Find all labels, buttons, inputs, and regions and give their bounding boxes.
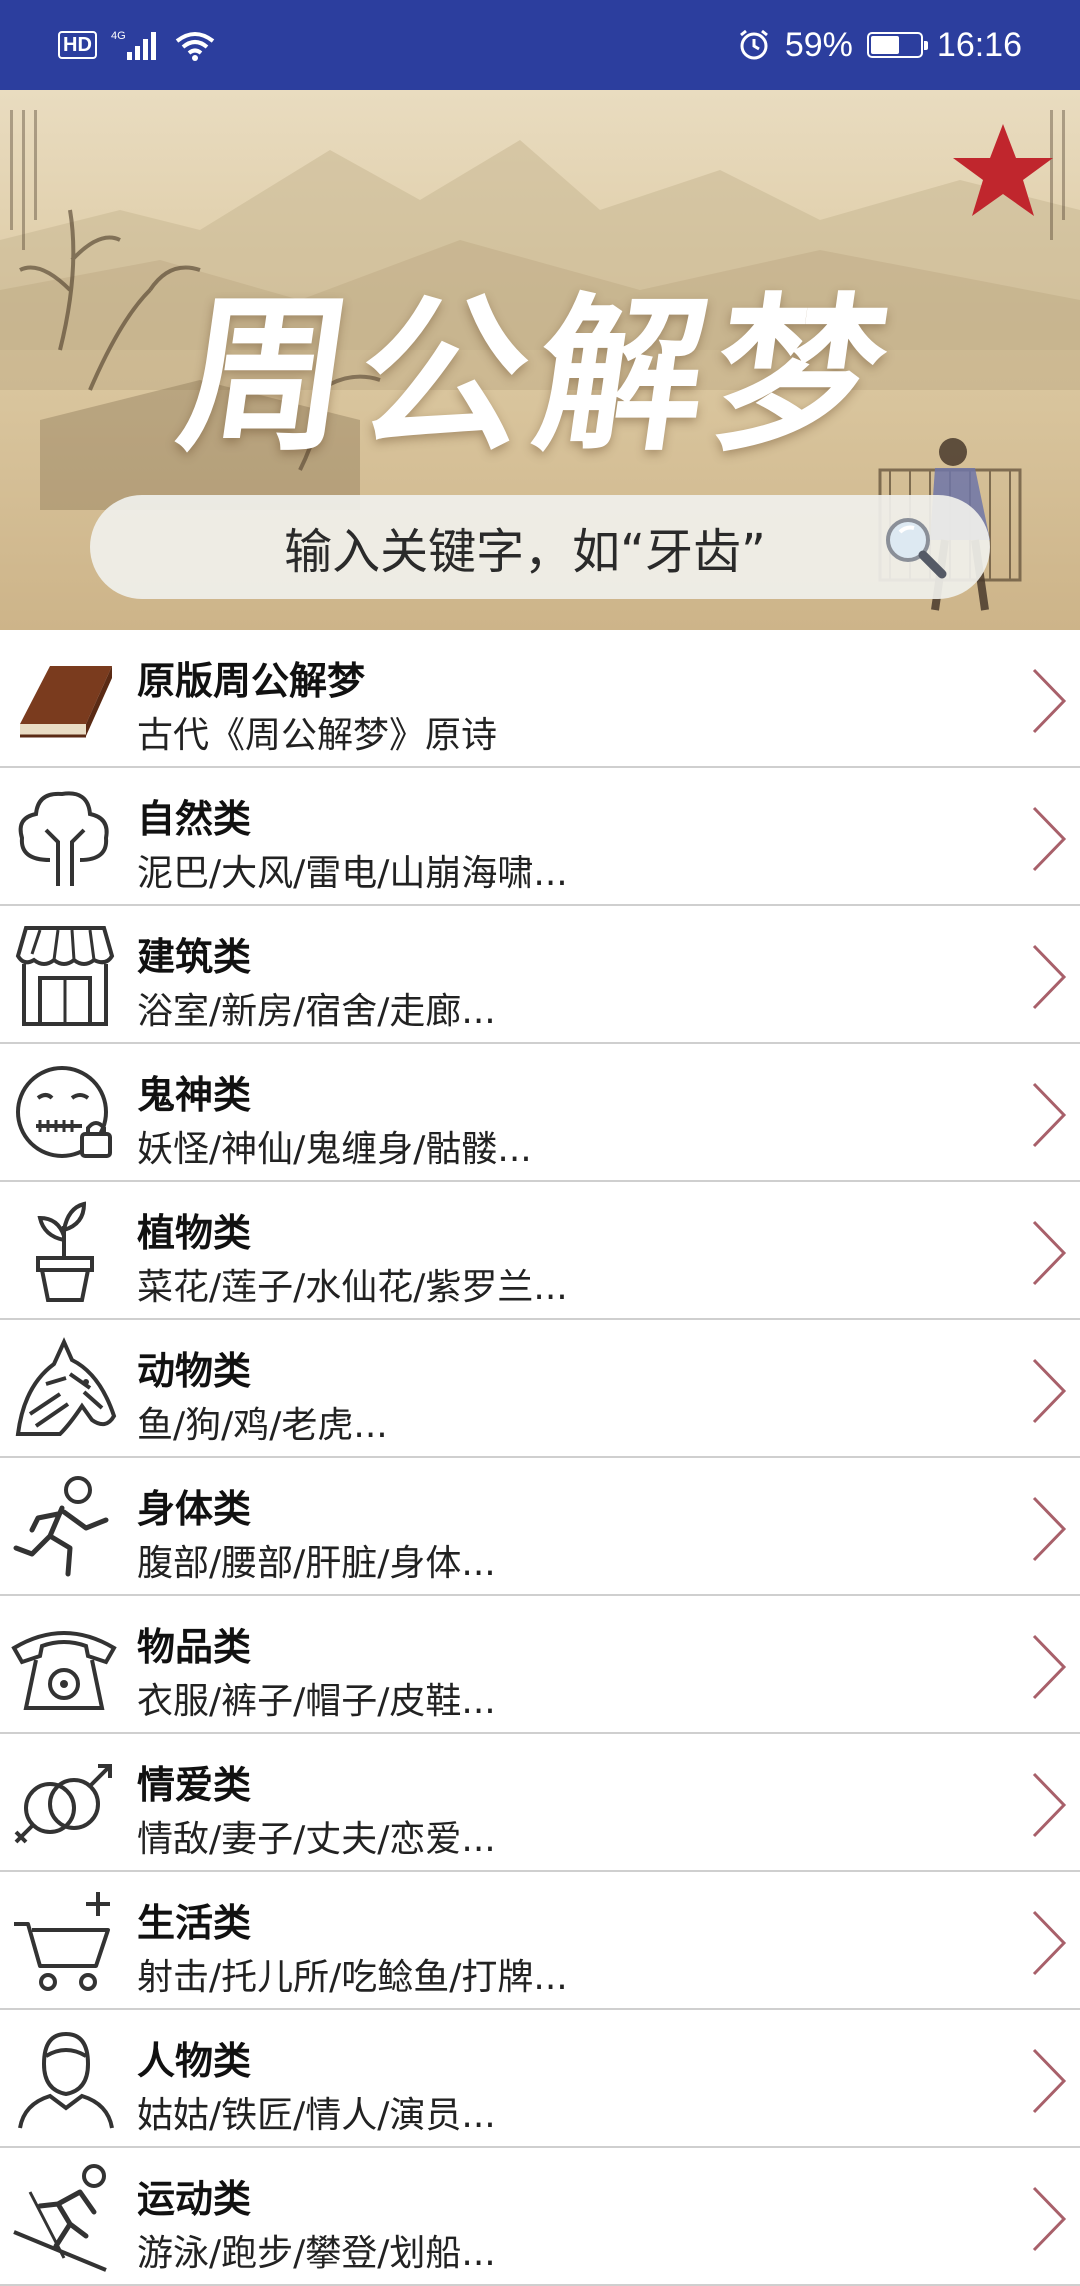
gender-rings-icon <box>14 1764 112 1844</box>
row-subtitle: 腹部/腰部/肝脏/身体... <box>137 1543 496 1584</box>
favorite-star-icon[interactable] <box>948 120 1058 220</box>
row-title: 运动类 <box>137 2177 252 2221</box>
search-input[interactable]: 输入关键字，如“牙齿” <box>130 512 880 582</box>
header-banner: 周公解梦 输入关键字，如“牙齿” <box>0 90 1080 630</box>
row-title: 植物类 <box>137 1211 252 1255</box>
app-title: 周公解梦 <box>168 276 909 474</box>
search-bar[interactable]: 输入关键字，如“牙齿” <box>90 495 990 599</box>
telephone-icon <box>11 1631 117 1710</box>
chevron-right-icon <box>1032 944 1067 1010</box>
wifi-icon <box>175 32 215 61</box>
list-item[interactable]: 生活类 射击/托儿所/吃鲶鱼/打牌... <box>0 1872 1080 2010</box>
alarm-icon <box>739 29 768 60</box>
row-title: 鬼神类 <box>137 1073 252 1117</box>
chevron-right-icon <box>1032 1910 1067 1976</box>
row-title: 人物类 <box>137 2039 252 2083</box>
row-title: 动物类 <box>137 1349 252 1393</box>
cellular-signal-icon: 4G <box>111 30 156 60</box>
row-title: 生活类 <box>137 1901 252 1945</box>
zebra-icon <box>15 1337 117 1436</box>
list-item[interactable]: 情爱类 情敌/妻子/丈夫/恋爱... <box>0 1734 1080 1872</box>
list-item[interactable]: 鬼神类 妖怪/神仙/鬼缠身/骷髅... <box>0 1044 1080 1182</box>
list-item[interactable]: 物品类 衣服/裤子/帽子/皮鞋... <box>0 1596 1080 1734</box>
list-item[interactable]: 运动类 游泳/跑步/攀登/划船... <box>0 2148 1080 2286</box>
row-subtitle: 游泳/跑步/攀登/划船... <box>137 2233 496 2274</box>
zipped-face-icon <box>16 1066 112 1158</box>
status-bar: HD 4G 59% 16:16 <box>0 0 1080 90</box>
chevron-right-icon <box>1032 2048 1067 2114</box>
row-title: 自然类 <box>137 797 252 841</box>
row-subtitle: 射击/托儿所/吃鲶鱼/打牌... <box>137 1957 568 1998</box>
chevron-right-icon <box>1032 1772 1067 1838</box>
row-subtitle: 衣服/裤子/帽子/皮鞋... <box>137 1681 496 1722</box>
row-subtitle: 情敌/妻子/丈夫/恋爱... <box>137 1819 496 1860</box>
shopping-cart-icon <box>14 1892 110 1991</box>
list-item[interactable]: 原版周公解梦 古代《周公解梦》原诗 <box>0 630 1080 768</box>
row-subtitle: 鱼/狗/鸡/老虎... <box>137 1405 388 1446</box>
hd-badge: HD <box>58 31 97 59</box>
chevron-right-icon <box>1032 1358 1067 1424</box>
search-icon[interactable] <box>880 512 950 582</box>
list-item[interactable]: 植物类 菜花/莲子/水仙花/紫罗兰... <box>0 1182 1080 1320</box>
battery-percent: 59% <box>784 25 853 64</box>
row-title: 原版周公解梦 <box>137 659 366 703</box>
row-subtitle: 姑姑/铁匠/情人/演员... <box>137 2095 496 2136</box>
person-icon <box>18 2031 114 2129</box>
row-title: 物品类 <box>137 1625 252 1669</box>
chevron-right-icon <box>1032 1220 1067 1286</box>
row-subtitle: 妖怪/神仙/鬼缠身/骷髅... <box>137 1129 532 1170</box>
store-icon <box>15 926 115 1026</box>
row-subtitle: 浴室/新房/宿舍/走廊... <box>137 991 496 1032</box>
running-person-icon <box>13 1476 109 1577</box>
potted-plant-icon <box>36 1201 94 1302</box>
row-subtitle: 古代《周公解梦》原诗 <box>137 715 498 756</box>
chevron-right-icon <box>1032 1082 1067 1148</box>
category-list: 原版周公解梦 古代《周公解梦》原诗 自然类 泥巴/大风/雷电/山崩海啸... 建… <box>0 630 1080 2286</box>
chevron-right-icon <box>1032 1496 1067 1562</box>
chevron-right-icon <box>1032 668 1067 734</box>
row-title: 身体类 <box>137 1487 252 1531</box>
list-item[interactable]: 动物类 鱼/狗/鸡/老虎... <box>0 1320 1080 1458</box>
row-title: 建筑类 <box>137 935 252 979</box>
clock: 16:16 <box>936 25 1022 64</box>
row-subtitle: 泥巴/大风/雷电/山崩海啸... <box>137 853 568 894</box>
battery-icon <box>866 32 928 58</box>
skier-icon <box>13 2164 107 2272</box>
row-title: 情爱类 <box>137 1763 252 1807</box>
tree-icon <box>18 791 109 886</box>
book-icon <box>20 666 112 738</box>
chevron-right-icon <box>1032 1634 1067 1700</box>
list-item[interactable]: 自然类 泥巴/大风/雷电/山崩海啸... <box>0 768 1080 906</box>
battery-level <box>870 36 899 54</box>
list-item[interactable]: 身体类 腹部/腰部/肝脏/身体... <box>0 1458 1080 1596</box>
row-subtitle: 菜花/莲子/水仙花/紫罗兰... <box>137 1267 568 1308</box>
network-type-label: 4G <box>111 30 126 42</box>
chevron-right-icon <box>1032 806 1067 872</box>
chevron-right-icon <box>1032 2186 1067 2252</box>
list-item[interactable]: 建筑类 浴室/新房/宿舍/走廊... <box>0 906 1080 1044</box>
list-item[interactable]: 人物类 姑姑/铁匠/情人/演员... <box>0 2010 1080 2148</box>
